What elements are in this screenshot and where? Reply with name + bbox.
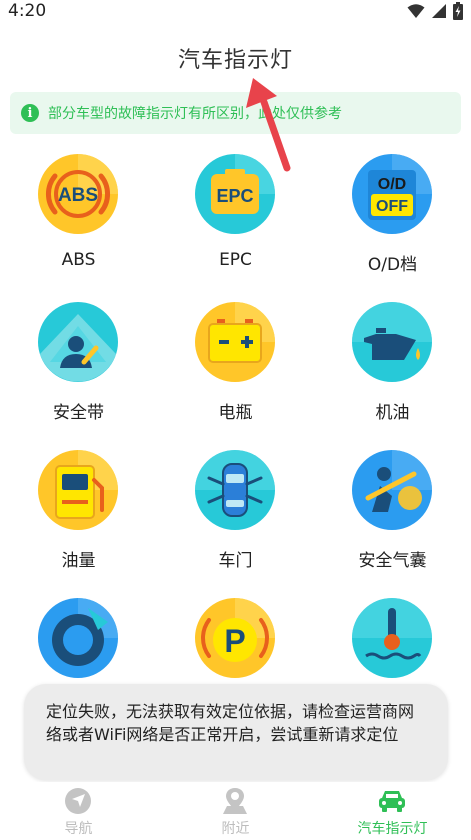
grid-item-label: 电瓶 — [218, 403, 253, 423]
grid-item-label: O/D档 — [367, 255, 418, 275]
info-icon: i — [21, 104, 39, 122]
grid-item-oil[interactable]: 机油 — [314, 298, 471, 446]
od-off-icon: O/D OFF — [352, 154, 432, 234]
tab-car-indicators[interactable]: 汽车指示灯 — [314, 782, 471, 840]
status-icons — [407, 2, 463, 20]
svg-text:ABS: ABS — [58, 185, 98, 206]
coolant-temperature-icon — [352, 598, 432, 678]
signal-icon — [432, 4, 446, 18]
oil-can-icon — [352, 302, 432, 382]
svg-text:O/D: O/D — [378, 176, 406, 193]
airbag-icon — [352, 450, 432, 530]
grid-item-label: 安全气囊 — [358, 551, 427, 571]
location-pin-icon — [223, 788, 247, 814]
fuel-pump-icon — [38, 450, 118, 530]
wifi-icon — [407, 4, 425, 18]
grid-item-abs[interactable]: ABS ABS — [0, 150, 157, 298]
seatbelt-icon — [38, 302, 118, 382]
tab-navigation[interactable]: 导航 — [0, 782, 157, 840]
grid-item-label: 安全带 — [53, 403, 104, 423]
svg-text:OFF: OFF — [376, 198, 408, 215]
grid-item-label: EPC — [219, 250, 252, 270]
grid-item-door[interactable]: 车门 — [157, 446, 314, 594]
car-door-icon — [195, 450, 275, 530]
abs-icon: ABS — [38, 154, 118, 234]
grid-item-label: 车门 — [218, 551, 253, 571]
tab-nearby[interactable]: 附近 — [157, 782, 314, 840]
status-bar: 4:20 — [0, 0, 471, 24]
bottom-tab-bar: 导航 附近 汽车指示灯 — [0, 782, 471, 840]
tire-pressure-icon — [38, 598, 118, 678]
notice-banner: i 部分车型的故障指示灯有所区别，此处仅供参考 — [10, 92, 461, 134]
battery-icon — [195, 302, 275, 382]
grid-item-airbag[interactable]: 安全气囊 — [314, 446, 471, 594]
grid-item-od[interactable]: O/D OFF O/D档 — [314, 150, 471, 298]
grid-item-label: 油量 — [61, 551, 96, 571]
page-title: 汽车指示灯 — [177, 48, 293, 73]
navigation-icon — [65, 788, 91, 814]
epc-icon: EPC — [195, 154, 275, 234]
grid-item-epc[interactable]: EPC EPC — [157, 150, 314, 298]
tab-label: 附近 — [221, 821, 250, 837]
grid-item-battery[interactable]: 电瓶 — [157, 298, 314, 446]
status-time: 4:20 — [8, 1, 47, 21]
grid-item-label: 机油 — [375, 403, 410, 423]
toast-message: 定位失败，无法获取有效定位依据，请检查运营商网络或者WiFi网络是否正常开启，尝… — [24, 684, 448, 780]
car-icon — [379, 791, 405, 812]
svg-text:EPC: EPC — [216, 186, 253, 206]
parking-brake-icon: P — [195, 598, 275, 678]
grid-item-label: ABS — [61, 250, 96, 270]
tab-label: 导航 — [64, 821, 93, 837]
tab-label: 汽车指示灯 — [357, 821, 428, 837]
svg-text:P: P — [224, 623, 245, 659]
grid-item-fuel[interactable]: 油量 — [0, 446, 157, 594]
battery-charging-icon — [453, 2, 463, 20]
grid-item-seatbelt[interactable]: 安全带 — [0, 298, 157, 446]
